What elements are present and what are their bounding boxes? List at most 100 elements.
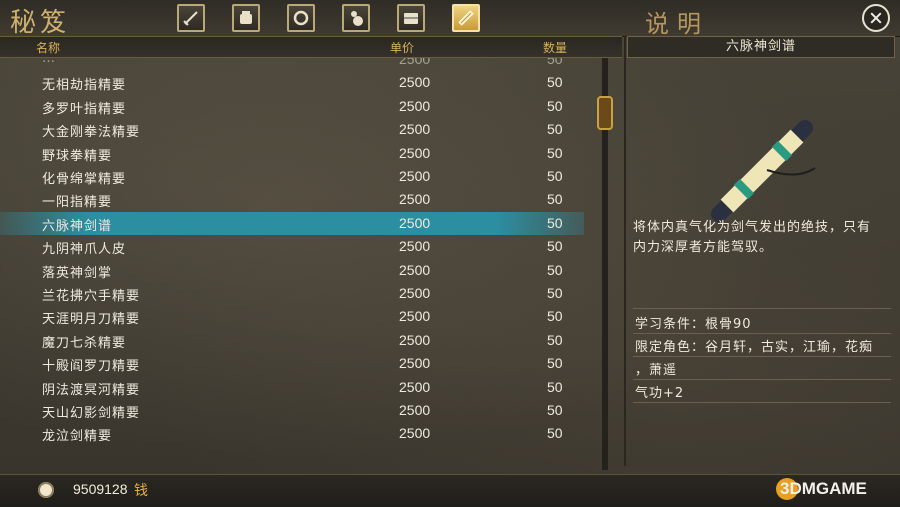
item-name: 六脉神剑谱 bbox=[42, 218, 113, 234]
item-name: 多罗叶指精要 bbox=[42, 101, 127, 117]
tab-accessory[interactable] bbox=[287, 4, 315, 32]
list-item[interactable]: 天涯明月刀精要 2500 50 bbox=[0, 305, 584, 328]
learn-requirement: 学习条件：根骨90 bbox=[635, 317, 752, 332]
bottom-bar: 9509128 钱 3DMGAME bbox=[0, 474, 900, 507]
list-item[interactable]: 天山幻影剑精要 2500 50 bbox=[0, 399, 584, 422]
list-item[interactable]: 大金刚拳法精要 2500 50 bbox=[0, 118, 584, 141]
item-price: 2500 bbox=[399, 425, 431, 442]
item-name: 一阳指精要 bbox=[42, 195, 113, 211]
item-qty: 50 bbox=[547, 58, 563, 67]
item-qty: 50 bbox=[547, 285, 563, 301]
column-header-price: 单价 bbox=[390, 41, 415, 55]
item-bonus: 气功+2 bbox=[635, 386, 685, 401]
item-name: … bbox=[42, 58, 56, 66]
list-item[interactable]: 九阴神爪人皮 2500 50 bbox=[0, 235, 584, 258]
item-qty: 50 bbox=[547, 261, 563, 278]
item-price: 2500 bbox=[399, 238, 431, 255]
list-item[interactable]: 化骨绵掌精要 2500 50 bbox=[0, 165, 584, 188]
top-bar: 秘笈 说明 bbox=[0, 0, 900, 38]
list-item[interactable]: 无相劫指精要 2500 50 bbox=[0, 71, 584, 94]
item-price: 2500 bbox=[399, 214, 431, 231]
restricted-roles-cont: ，萧遥 bbox=[635, 363, 678, 378]
list-item[interactable]: 十殿阎罗刀精要 2500 50 bbox=[0, 352, 584, 375]
description-line-2: 内力深厚者方能驾驭。 bbox=[633, 240, 774, 255]
ring-icon bbox=[293, 10, 309, 26]
item-name: 魔刀七杀精要 bbox=[42, 335, 127, 351]
item-title: 六脉神剑谱 bbox=[627, 36, 895, 58]
item-price: 2500 bbox=[399, 74, 431, 91]
separator-line bbox=[633, 379, 891, 380]
column-header-qty: 数量 bbox=[543, 41, 568, 55]
item-price: 2500 bbox=[399, 355, 431, 372]
scroll-item-icon bbox=[711, 120, 816, 222]
coin-icon bbox=[38, 482, 54, 498]
item-name: 野球拳精要 bbox=[42, 148, 113, 164]
item-price: 2500 bbox=[399, 402, 431, 418]
item-price: 2500 bbox=[399, 144, 431, 161]
money-unit: 钱 bbox=[134, 483, 148, 499]
list-item[interactable]: 阴法渡冥河精要 2500 50 bbox=[0, 376, 584, 399]
item-description: 将体内真气化为剑气发出的绝技，只有 内力深厚者方能驾驭。 bbox=[633, 218, 891, 258]
item-qty: 50 bbox=[547, 355, 563, 372]
item-qty: 50 bbox=[547, 74, 563, 91]
item-name: 九阴神爪人皮 bbox=[42, 242, 127, 258]
item-qty: 50 bbox=[547, 402, 563, 418]
list-item[interactable]: … 2500 50 bbox=[0, 58, 584, 71]
separator-line bbox=[633, 402, 891, 403]
fist-icon bbox=[240, 11, 252, 24]
panel-title-heading: 说明 bbox=[645, 10, 709, 38]
item-price: 2500 bbox=[399, 331, 431, 348]
item-qty: 50 bbox=[547, 331, 563, 348]
item-price: 2500 bbox=[399, 97, 431, 114]
detail-panel: 六脉神剑谱 将体内真气化为剑气发出的绝技，只有 内力深厚者方能驾驭。 学习条件：… bbox=[627, 36, 895, 466]
tab-consumable[interactable] bbox=[342, 4, 370, 32]
tab-secret-manual[interactable] bbox=[452, 4, 480, 32]
list-item[interactable]: 龙泣剑精要 2500 50 bbox=[0, 422, 584, 445]
scrollbar-thumb[interactable] bbox=[597, 96, 613, 130]
item-name: 无相劫指精要 bbox=[42, 78, 127, 94]
item-name: 天山幻影剑精要 bbox=[42, 406, 141, 421]
item-qty: 50 bbox=[547, 425, 563, 442]
list-item[interactable]: 落英神剑掌 2500 50 bbox=[0, 259, 584, 282]
tab-book[interactable] bbox=[397, 4, 425, 32]
list-item[interactable]: 魔刀七杀精要 2500 50 bbox=[0, 329, 584, 352]
item-name: 化骨绵掌精要 bbox=[42, 172, 127, 187]
item-qty: 50 bbox=[547, 191, 563, 208]
category-tabs bbox=[177, 4, 480, 32]
watermark-text: 3DMGAME bbox=[780, 479, 867, 498]
item-qty: 50 bbox=[547, 378, 563, 395]
item-name: 龙泣剑精要 bbox=[42, 429, 113, 445]
list-item[interactable]: 多罗叶指精要 2500 50 bbox=[0, 95, 584, 118]
scroll-icon bbox=[458, 10, 474, 26]
item-price: 2500 bbox=[399, 168, 431, 184]
item-qty: 50 bbox=[547, 168, 563, 184]
item-name: 落英神剑掌 bbox=[42, 265, 113, 281]
item-price: 2500 bbox=[399, 378, 431, 395]
gourd-icon bbox=[351, 11, 363, 26]
description-line-1: 将体内真气化为剑气发出的绝技，只有 bbox=[633, 220, 872, 235]
restricted-roles: 限定角色：谷月轩，古实，江瑜，花痴 bbox=[635, 340, 874, 355]
list-item[interactable]: 野球拳精要 2500 50 bbox=[0, 142, 584, 165]
close-button[interactable] bbox=[862, 4, 890, 32]
item-name: 天涯明月刀精要 bbox=[42, 312, 141, 328]
item-qty: 50 bbox=[547, 121, 563, 138]
list-item[interactable]: 一阳指精要 2500 50 bbox=[0, 188, 584, 211]
tab-weapon[interactable] bbox=[177, 4, 205, 32]
item-price: 2500 bbox=[399, 121, 431, 138]
close-icon bbox=[870, 12, 882, 24]
item-qty: 50 bbox=[547, 238, 563, 255]
book-icon bbox=[404, 13, 418, 24]
list-item[interactable]: 兰花拂穴手精要 2500 50 bbox=[0, 282, 584, 305]
tab-manual[interactable] bbox=[232, 4, 260, 32]
item-name: 兰花拂穴手精要 bbox=[42, 289, 141, 304]
item-price: 2500 bbox=[399, 58, 431, 67]
money-amount: 9509128 bbox=[73, 481, 128, 497]
separator-line bbox=[633, 308, 891, 309]
item-price: 2500 bbox=[399, 285, 431, 301]
item-qty: 50 bbox=[547, 308, 563, 325]
separator-line bbox=[633, 356, 891, 357]
sword-icon bbox=[183, 11, 198, 26]
list-item-selected[interactable]: 六脉神剑谱 2500 50 bbox=[0, 211, 584, 235]
panel-divider bbox=[624, 36, 626, 466]
item-list[interactable]: … 2500 50 无相劫指精要 2500 50 多罗叶指精要 2500 50 大金刚拳法精要 25… bbox=[0, 58, 600, 470]
